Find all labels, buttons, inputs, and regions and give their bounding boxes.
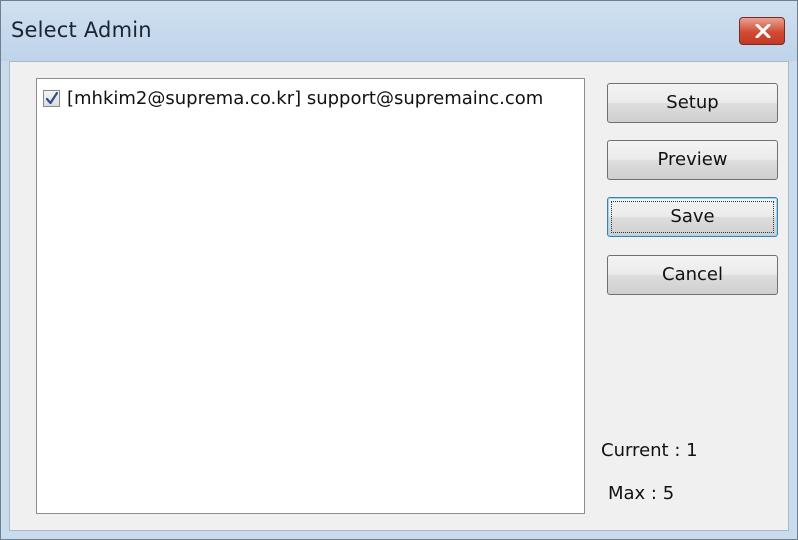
close-icon [755, 24, 771, 38]
title-bar[interactable]: Select Admin [1, 1, 797, 61]
dialog-client-area: [mhkim2@suprema.co.kr] support@supremain… [9, 61, 789, 531]
admin-checkbox[interactable] [43, 89, 60, 107]
current-count-label: Current : 1 [601, 440, 698, 461]
admin-list[interactable]: [mhkim2@suprema.co.kr] support@supremain… [36, 78, 585, 514]
preview-button[interactable]: Preview [607, 140, 778, 180]
list-item[interactable]: [mhkim2@suprema.co.kr] support@supremain… [43, 85, 543, 111]
max-count-label: Max : 5 [608, 483, 675, 504]
dialog-window: Select Admin [mhkim2@suprema.co.kr] supp… [0, 0, 798, 540]
checkmark-icon [45, 91, 59, 104]
save-button[interactable]: Save [607, 197, 778, 237]
list-item-label: [mhkim2@suprema.co.kr] support@supremain… [67, 87, 544, 109]
window-title: Select Admin [11, 18, 152, 42]
save-button-label: Save [670, 206, 715, 227]
setup-button[interactable]: Setup [607, 83, 778, 123]
cancel-button[interactable]: Cancel [607, 255, 778, 295]
close-button[interactable] [739, 17, 785, 45]
